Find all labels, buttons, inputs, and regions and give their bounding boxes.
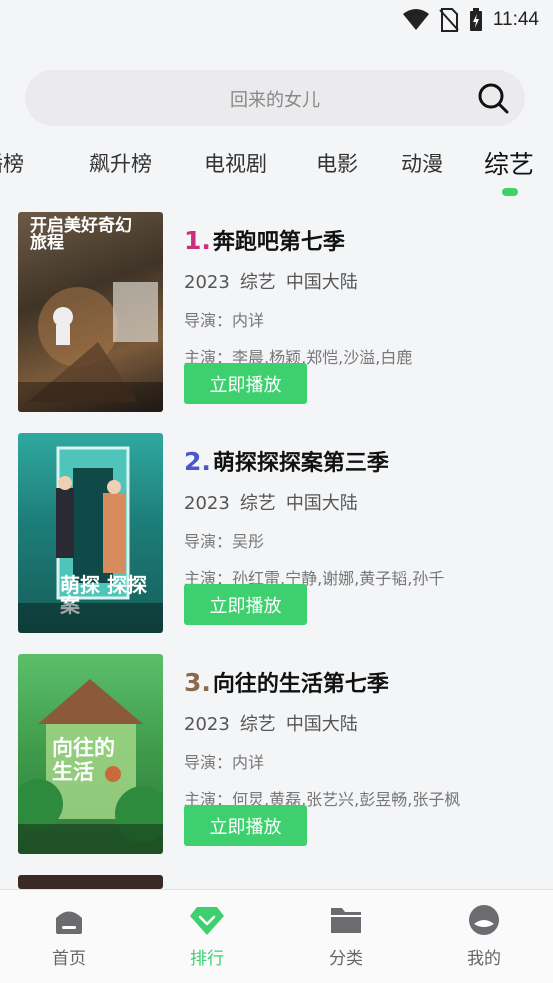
search-bar[interactable]: 回来的女儿 xyxy=(25,70,525,126)
tab-soaring[interactable]: 飙升榜 xyxy=(89,148,152,178)
rank-number: 1. xyxy=(184,226,211,255)
item-title-row[interactable]: 1.奔跑吧第七季 xyxy=(184,224,534,256)
item-year: 2023 xyxy=(184,493,230,514)
category-tabs: 播榜 飙升榜 电视剧 电影 动漫 综艺 xyxy=(0,140,553,200)
rank-number: 2. xyxy=(184,447,211,476)
item-director: 导演：内详 xyxy=(184,753,265,772)
poster-image[interactable]: 开启美好奇幻旅程 xyxy=(18,212,163,412)
tab-bofang[interactable]: 播榜 xyxy=(0,148,24,178)
status-time: 11:44 xyxy=(492,9,539,30)
item-title-row[interactable]: 2.萌探探探案第三季 xyxy=(184,445,534,477)
poster-image[interactable] xyxy=(18,875,163,889)
home-icon xyxy=(56,911,82,934)
item-director: 导演：内详 xyxy=(184,311,265,330)
item-region: 中国大陆 xyxy=(285,714,358,735)
item-title: 奔跑吧第七季 xyxy=(212,230,345,255)
diamond-icon xyxy=(190,907,224,935)
tab-anime[interactable]: 动漫 xyxy=(401,148,443,178)
profile-icon xyxy=(469,905,499,935)
list-item[interactable]: 向往的生活 3.向往的生活第七季 2023 综艺 中国大陆 导演：内详 主演：何炅,… xyxy=(18,654,538,854)
poster-title: 向往的生活 xyxy=(52,736,115,785)
status-bar: 11:44 xyxy=(0,0,553,40)
rank-number: 3. xyxy=(184,668,211,697)
no-sim-icon xyxy=(439,8,459,32)
item-title-row[interactable]: 3.向往的生活第七季 xyxy=(184,666,534,698)
nav-ranking-label: 排行 xyxy=(190,949,224,969)
item-genre: 综艺 xyxy=(239,272,276,293)
poster-image[interactable]: 萌探 探探案 xyxy=(18,433,163,633)
item-title: 萌探探探案第三季 xyxy=(212,451,389,476)
list-item[interactable]: 萌探 探探案 2.萌探探探案第三季 2023 综艺 中国大陆 导演：吴彤 主演：孙红… xyxy=(18,433,538,633)
poster-shade xyxy=(18,824,163,854)
nav-home[interactable]: 首页 xyxy=(29,904,109,969)
poster-shade xyxy=(18,603,163,633)
tab-movies[interactable]: 电影 xyxy=(316,148,358,178)
item-director: 导演：吴彤 xyxy=(184,532,265,551)
nav-profile[interactable]: 我的 xyxy=(444,904,524,969)
item-info: 1.奔跑吧第七季 2023 综艺 中国大陆 导演：内详 主演：李晨,杨颖,郑恺,沙溢… xyxy=(184,224,534,368)
item-meta: 2023 综艺 中国大陆 xyxy=(184,489,534,515)
nav-home-label: 首页 xyxy=(52,949,86,969)
nav-profile-label: 我的 xyxy=(467,949,501,969)
item-meta: 2023 综艺 中国大陆 xyxy=(184,268,534,294)
item-genre: 综艺 xyxy=(239,493,276,514)
item-region: 中国大陆 xyxy=(285,493,358,514)
tab-tv-series[interactable]: 电视剧 xyxy=(204,148,267,178)
item-title: 向往的生活第七季 xyxy=(212,672,389,697)
active-tab-indicator xyxy=(502,188,518,196)
list-item-partial[interactable] xyxy=(18,875,538,889)
nav-category-label: 分类 xyxy=(329,949,363,969)
wifi-icon xyxy=(402,9,429,30)
play-now-button[interactable]: 立即播放 xyxy=(184,363,307,404)
poster-image[interactable]: 向往的生活 xyxy=(18,654,163,854)
nav-ranking[interactable]: 排行 xyxy=(167,904,247,969)
battery-charging-icon xyxy=(469,8,482,31)
list-item[interactable]: 开启美好奇幻旅程 1.奔跑吧第七季 2023 综艺 中国大陆 导演：内详 主演：李晨… xyxy=(18,212,538,412)
poster-title: 开启美好奇幻旅程 xyxy=(30,216,132,253)
search-placeholder: 回来的女儿 xyxy=(230,90,320,111)
item-genre: 综艺 xyxy=(239,714,276,735)
search-icon[interactable] xyxy=(477,82,509,114)
item-year: 2023 xyxy=(184,272,230,293)
item-meta: 2023 综艺 中国大陆 xyxy=(184,710,534,736)
item-info: 3.向往的生活第七季 2023 综艺 中国大陆 导演：内详 主演：何炅,黄磊,张艺兴… xyxy=(184,666,534,810)
tab-variety[interactable]: 综艺 xyxy=(484,145,534,181)
bottom-nav: 首页 排行 分类 我的 xyxy=(0,889,553,983)
play-now-button[interactable]: 立即播放 xyxy=(184,584,307,625)
item-year: 2023 xyxy=(184,714,230,735)
play-now-button[interactable]: 立即播放 xyxy=(184,805,307,846)
poster-shade xyxy=(18,382,163,412)
folder-icon xyxy=(331,908,361,933)
item-region: 中国大陆 xyxy=(285,272,358,293)
item-info: 2.萌探探探案第三季 2023 综艺 中国大陆 导演：吴彤 主演：孙红雷,宁静,谢娜… xyxy=(184,445,534,589)
nav-category[interactable]: 分类 xyxy=(306,904,386,969)
